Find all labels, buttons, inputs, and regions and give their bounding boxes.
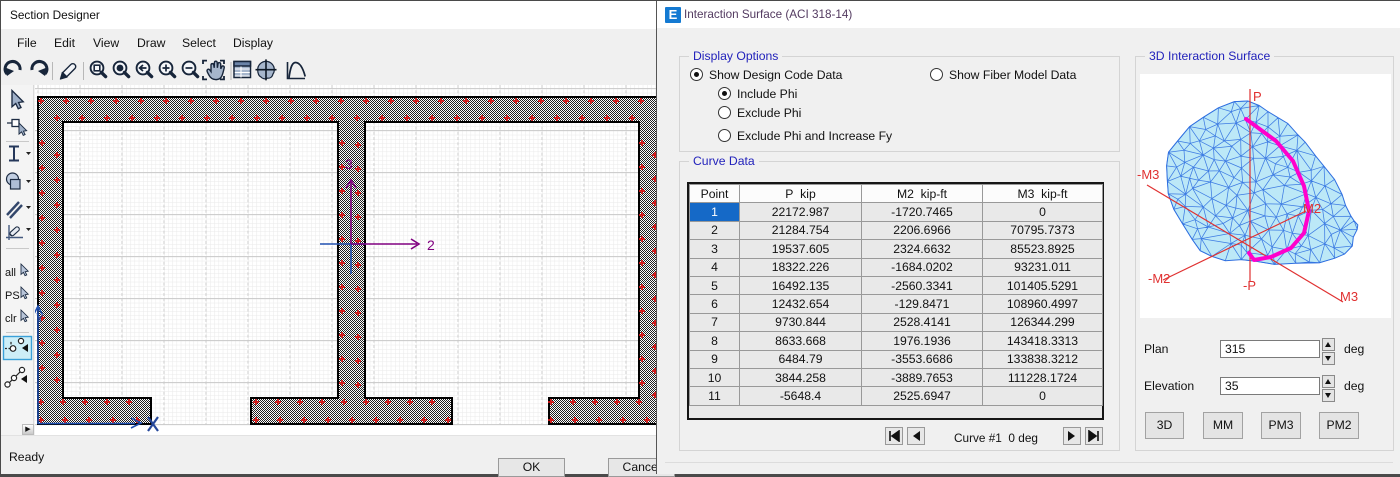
svg-text:Y: Y <box>36 311 44 325</box>
svg-text:M3: M3 <box>1340 289 1358 304</box>
svg-text:M2: M2 <box>1303 201 1321 216</box>
svg-text:2: 2 <box>427 237 435 253</box>
svg-text:-P: -P <box>1243 278 1256 293</box>
svg-text:3: 3 <box>345 156 353 172</box>
svg-text:P: P <box>1253 89 1262 104</box>
svg-text:clr: clr <box>5 313 17 325</box>
svg-text:all: all <box>5 267 16 279</box>
svg-text:PS: PS <box>5 290 20 302</box>
svg-text:-M3: -M3 <box>1137 167 1159 182</box>
svg-text:-M2: -M2 <box>1148 271 1170 286</box>
